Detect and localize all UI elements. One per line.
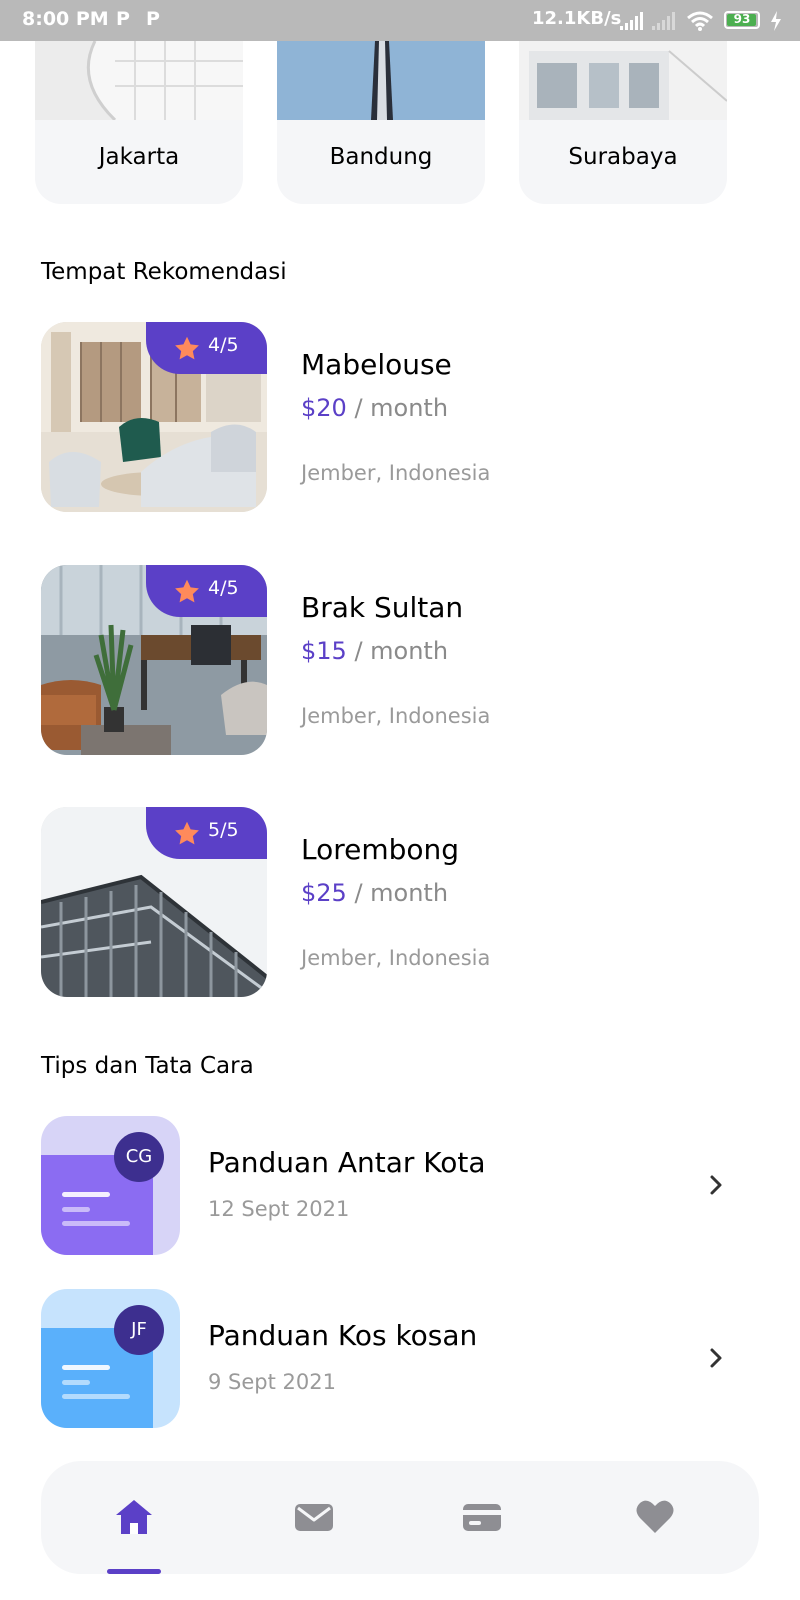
rating-badge: 4/5 (146, 565, 267, 617)
price-amount: $20 (301, 394, 347, 422)
charging-icon (771, 11, 781, 31)
price-period: / month (346, 394, 449, 422)
nav-favorites[interactable] (615, 1461, 695, 1574)
city-photo (35, 41, 243, 120)
active-tab-indicator (107, 1569, 161, 1574)
price-period: / month (346, 879, 449, 907)
star-icon (175, 336, 199, 360)
rating-badge: 5/5 (146, 807, 267, 859)
author-avatar: CG (114, 1132, 164, 1182)
section-title-recommendations: Tempat Rekomendasi (41, 259, 287, 285)
network-speed: 12.1KB/s (532, 8, 622, 29)
place-photo-mabelouse[interactable]: 4/5 (41, 322, 267, 512)
place-name[interactable]: Mabelouse (301, 348, 452, 381)
author-avatar: JF (114, 1305, 164, 1355)
rating-value: 4/5 (208, 577, 239, 599)
city-card-surabaya[interactable]: Surabaya (519, 41, 727, 204)
city-name: Bandung (329, 144, 433, 170)
place-photo-brak-sultan[interactable]: 4/5 (41, 565, 267, 755)
tip-thumbnail-purple[interactable]: CG (41, 1116, 180, 1255)
nav-home[interactable] (94, 1461, 174, 1574)
price-period: / month (346, 637, 449, 665)
heart-icon (636, 1500, 674, 1533)
status-bar: 8:00 PM P P 12.1KB/s 93 (0, 0, 800, 41)
rating-value: 5/5 (208, 819, 239, 841)
tip-title[interactable]: Panduan Kos kosan (208, 1319, 477, 1352)
home-icon (116, 1500, 152, 1534)
tip-title[interactable]: Panduan Antar Kota (208, 1146, 486, 1179)
chevron-right-icon[interactable] (706, 1346, 726, 1370)
city-name: Surabaya (568, 144, 678, 170)
place-price: $15 / month (301, 637, 448, 665)
section-title-tips: Tips dan Tata Cara (41, 1053, 254, 1079)
battery-icon: 93 (724, 11, 760, 29)
place-name[interactable]: Lorembong (301, 833, 459, 866)
star-icon (175, 579, 199, 603)
place-name[interactable]: Brak Sultan (301, 591, 463, 624)
city-photo (519, 41, 727, 120)
place-price: $20 / month (301, 394, 448, 422)
mail-icon (295, 1504, 333, 1531)
notification-p-icon: P (146, 8, 160, 30)
card-icon (463, 1504, 501, 1531)
rating-value: 4/5 (208, 334, 239, 356)
place-photo-lorembong[interactable]: 5/5 (41, 807, 267, 997)
notification-p-icon: P (116, 8, 130, 30)
chevron-right-icon[interactable] (706, 1173, 726, 1197)
wifi-icon (687, 11, 713, 31)
price-amount: $15 (301, 637, 347, 665)
place-location: Jember, Indonesia (301, 461, 491, 485)
nav-payments[interactable] (442, 1461, 522, 1574)
status-time: 8:00 PM (22, 8, 109, 30)
rating-badge: 4/5 (146, 322, 267, 374)
place-price: $25 / month (301, 879, 448, 907)
signal-empty-icon (652, 12, 675, 30)
tip-date: 12 Sept 2021 (208, 1197, 350, 1221)
bottom-navigation (41, 1461, 759, 1574)
signal-icon (620, 12, 643, 30)
place-location: Jember, Indonesia (301, 946, 491, 970)
nav-messages[interactable] (274, 1461, 354, 1574)
city-card-bandung[interactable]: Bandung (277, 41, 485, 204)
battery-level: 93 (733, 12, 751, 26)
city-card-jakarta[interactable]: Jakarta (35, 41, 243, 204)
star-icon (175, 821, 199, 845)
place-location: Jember, Indonesia (301, 704, 491, 728)
city-photo (277, 41, 485, 120)
tip-thumbnail-blue[interactable]: JF (41, 1289, 180, 1428)
city-name: Jakarta (98, 144, 180, 170)
price-amount: $25 (301, 879, 347, 907)
tip-date: 9 Sept 2021 (208, 1370, 336, 1394)
